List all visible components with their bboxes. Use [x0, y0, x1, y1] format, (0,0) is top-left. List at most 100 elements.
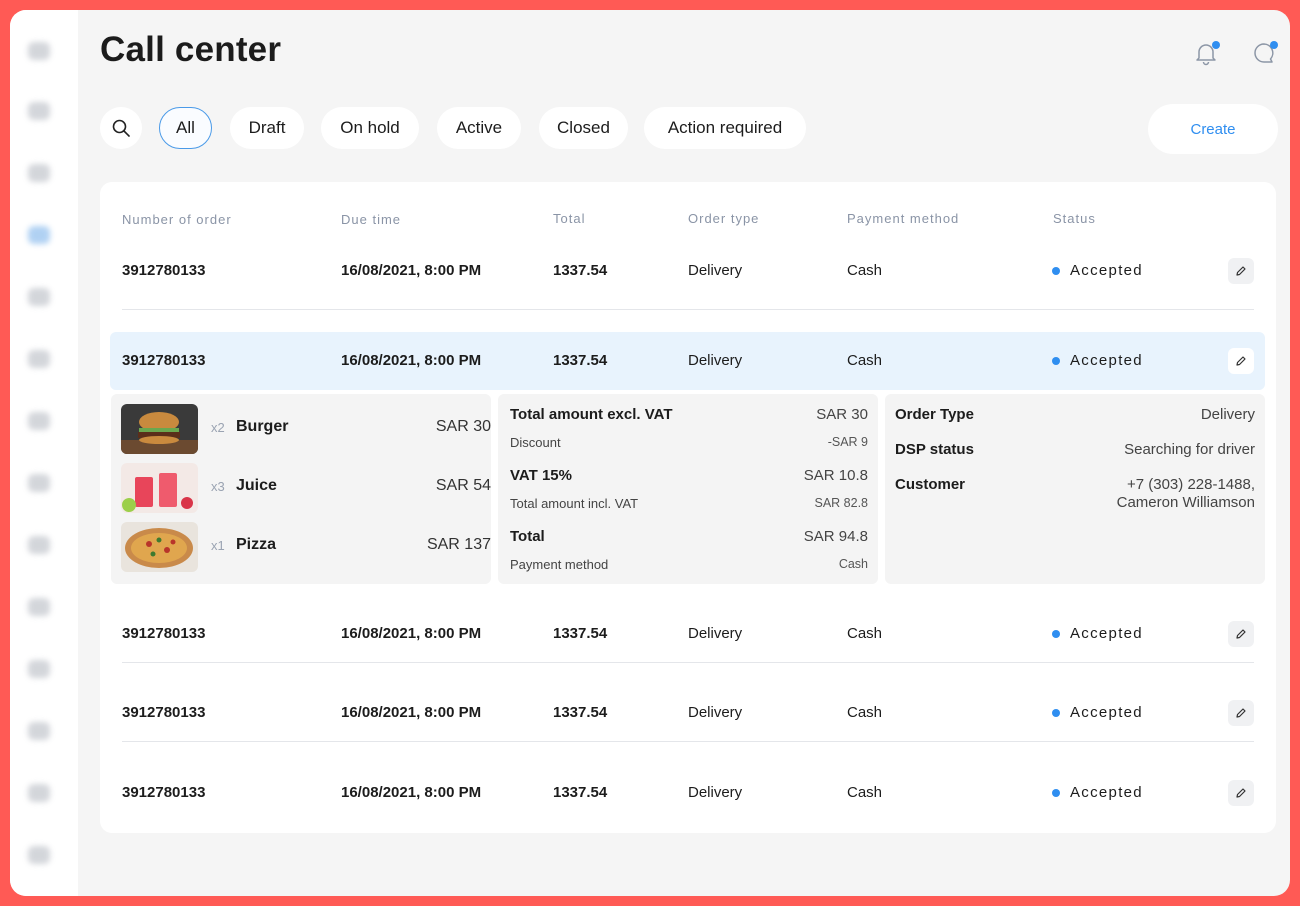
- header-number: Number of order: [122, 212, 232, 227]
- sidebar-icon[interactable]: [28, 350, 50, 368]
- filter-active[interactable]: Active: [437, 107, 521, 149]
- filter-all[interactable]: All: [159, 107, 212, 149]
- payment-method: Cash: [847, 625, 883, 642]
- filter-action-required[interactable]: Action required: [644, 107, 806, 149]
- item-name: Juice: [236, 477, 277, 494]
- table-row[interactable]: 3912780133 16/08/2021, 8:00 PM 1337.54 D…: [110, 764, 1265, 822]
- order-total: 1337.54: [553, 704, 608, 721]
- search-button[interactable]: [100, 107, 142, 149]
- status-dot: [1052, 709, 1060, 717]
- sidebar-icon[interactable]: [28, 474, 50, 492]
- status-dot: [1052, 267, 1060, 275]
- sidebar-icon[interactable]: [28, 784, 50, 802]
- search-icon: [112, 119, 130, 137]
- edit-button[interactable]: [1228, 348, 1254, 374]
- sidebar-icon[interactable]: [28, 412, 50, 430]
- table-row[interactable]: 3912780133 16/08/2021, 8:00 PM 1337.54 D…: [110, 605, 1265, 663]
- header-status: Status: [1053, 211, 1096, 226]
- order-total: 1337.54: [553, 784, 608, 801]
- edit-button[interactable]: [1228, 780, 1254, 806]
- juice-image: [121, 463, 198, 513]
- item-qty: x3: [211, 479, 225, 494]
- order-items-panel: x2 Burger SAR 30 x3 Juice SAR 54 x1 Pizz…: [111, 394, 491, 584]
- status-badge: Accepted: [1070, 784, 1143, 801]
- create-button[interactable]: Create: [1148, 104, 1278, 154]
- filter-draft[interactable]: Draft: [230, 107, 304, 149]
- edit-button[interactable]: [1228, 621, 1254, 647]
- summary-label: Total: [510, 528, 545, 545]
- due-time: 16/08/2021, 8:00 PM: [341, 262, 482, 279]
- order-info-panel: Order Type Delivery DSP status Searching…: [885, 394, 1265, 584]
- pencil-icon: [1236, 629, 1246, 639]
- order-total: 1337.54: [553, 262, 608, 279]
- app-window: Call center All Draft On hold Active Clo…: [10, 10, 1290, 896]
- info-label: Order Type: [895, 406, 974, 423]
- list-item: x2 Burger SAR 30: [121, 404, 491, 456]
- order-type: Delivery: [688, 704, 743, 721]
- order-total: 1337.54: [553, 352, 608, 369]
- table-row[interactable]: 3912780133 16/08/2021, 8:00 PM 1337.54 D…: [110, 242, 1265, 300]
- burger-image: [121, 404, 198, 454]
- sidebar-icon[interactable]: [28, 846, 50, 864]
- pencil-icon: [1236, 356, 1246, 366]
- summary-value: Cash: [838, 557, 868, 571]
- messages-button[interactable]: [1251, 40, 1279, 68]
- notifications-button[interactable]: [1193, 40, 1221, 68]
- item-qty: x1: [211, 538, 225, 553]
- summary-value: SAR 30: [816, 406, 868, 423]
- sidebar-icon[interactable]: [28, 536, 50, 554]
- info-label: DSP status: [895, 441, 974, 458]
- customer-name: Cameron Williamson: [1116, 494, 1255, 511]
- info-value: Searching for driver: [1124, 441, 1255, 458]
- summary-value: SAR 94.8: [803, 528, 868, 545]
- sidebar-icon-call-center[interactable]: [28, 226, 50, 244]
- order-type: Delivery: [688, 262, 743, 279]
- sidebar-icon[interactable]: [28, 42, 50, 60]
- sidebar-icon[interactable]: [28, 722, 50, 740]
- order-number: 3912780133: [122, 704, 206, 721]
- pencil-icon: [1236, 708, 1246, 718]
- notification-dot: [1212, 41, 1220, 49]
- row-divider: [122, 309, 1254, 310]
- message-dot: [1270, 41, 1278, 49]
- due-time: 16/08/2021, 8:00 PM: [341, 352, 482, 369]
- payment-method: Cash: [847, 352, 883, 369]
- payment-method: Cash: [847, 784, 883, 801]
- orders-table: Number of order Due time Total Order typ…: [100, 182, 1276, 833]
- due-time: 16/08/2021, 8:00 PM: [341, 625, 482, 642]
- status-badge: Accepted: [1070, 262, 1143, 279]
- item-name: Pizza: [236, 536, 277, 553]
- summary-label: Total amount incl. VAT: [510, 496, 639, 511]
- sidebar: [10, 10, 78, 896]
- table-row[interactable]: 3912780133 16/08/2021, 8:00 PM 1337.54 D…: [110, 684, 1265, 742]
- item-price: SAR 54: [435, 477, 491, 494]
- summary-label: Discount: [510, 435, 561, 450]
- filter-closed[interactable]: Closed: [539, 107, 628, 149]
- pencil-icon: [1236, 788, 1246, 798]
- sidebar-icon[interactable]: [28, 288, 50, 306]
- item-price: SAR 137: [426, 536, 491, 553]
- item-name: Burger: [236, 418, 289, 435]
- info-value: Delivery: [1200, 406, 1255, 423]
- list-item: x3 Juice SAR 54: [121, 463, 491, 515]
- header-payment-method: Payment method: [847, 211, 960, 226]
- summary-value: SAR 10.8: [803, 467, 868, 484]
- status-dot: [1052, 630, 1060, 638]
- filter-on-hold[interactable]: On hold: [321, 107, 419, 149]
- summary-value: -SAR 9: [827, 435, 868, 449]
- edit-button[interactable]: [1228, 700, 1254, 726]
- order-number: 3912780133: [122, 625, 206, 642]
- sidebar-icon[interactable]: [28, 598, 50, 616]
- sidebar-icon[interactable]: [28, 164, 50, 182]
- table-row-expanded[interactable]: 3912780133 16/08/2021, 8:00 PM 1337.54 D…: [110, 332, 1265, 390]
- edit-button[interactable]: [1228, 258, 1254, 284]
- due-time: 16/08/2021, 8:00 PM: [341, 704, 482, 721]
- status-badge: Accepted: [1070, 352, 1143, 369]
- sidebar-icon[interactable]: [28, 102, 50, 120]
- summary-label: Payment method: [510, 557, 609, 572]
- order-total: 1337.54: [553, 625, 608, 642]
- list-item: x1 Pizza SAR 137: [121, 522, 491, 574]
- status-dot: [1052, 789, 1060, 797]
- sidebar-icon[interactable]: [28, 660, 50, 678]
- row-divider: [122, 662, 1254, 663]
